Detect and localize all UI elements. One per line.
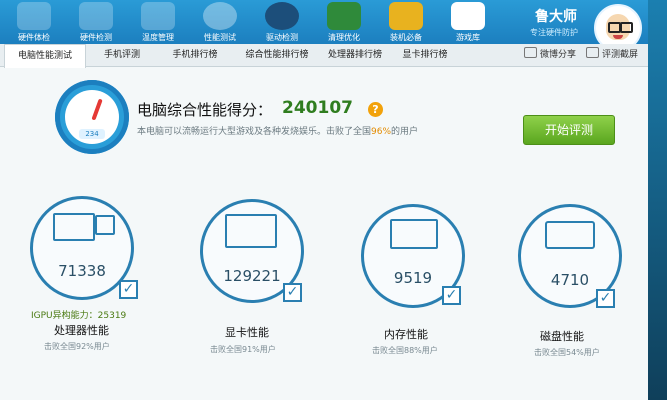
start-benchmark-button[interactable]: 开始评测 (523, 115, 615, 145)
tab-bar: 电脑性能测试 手机评测 手机排行榜 综合性能排行榜 处理器排行榜 显卡排行榜 微… (0, 44, 648, 68)
disk-label: 磁盘性能 (540, 330, 584, 343)
memory-label: 内存性能 (384, 328, 428, 341)
tab-phone-ranking[interactable]: 手机排行榜 (160, 44, 230, 66)
overall-score-title: 电脑综合性能得分： (137, 101, 273, 119)
toolbar-label: 硬件体检 (18, 33, 50, 42)
speedometer-icon (203, 2, 237, 30)
brand-name: 鲁大师 (535, 9, 577, 25)
tab-overall-ranking[interactable]: 综合性能排行榜 (236, 44, 318, 66)
thermometer-icon (141, 2, 175, 30)
gamepad-icon (451, 2, 485, 30)
chip-icon (95, 215, 115, 235)
gpu-label: 显卡性能 (225, 326, 269, 339)
toolbar-label: 性能测试 (204, 33, 236, 42)
toolbar-label: 清理优化 (328, 33, 360, 42)
desktop-edge (648, 0, 667, 400)
toolbar-hardware-detect[interactable]: 硬件检测 (66, 0, 126, 44)
memory-score: 9519 (393, 269, 433, 287)
monitor-check-icon (17, 2, 51, 30)
tab-cpu-ranking[interactable]: 处理器排行榜 (318, 44, 392, 66)
top-toolbar: 硬件体检 硬件检测 温度管理 性能测试 驱动检测 清理优化 装机必备 游戏库 鲁… (0, 0, 648, 52)
cpu-checkbox[interactable]: ✓ (119, 280, 138, 299)
toolbar-label: 温度管理 (142, 33, 174, 42)
gauge-readout: 234 (79, 129, 105, 139)
cube-icon (389, 2, 423, 30)
cpu-label: 处理器性能 (54, 324, 109, 337)
weibo-share-button[interactable]: 微博分享 (524, 44, 576, 66)
gpu-card-icon (225, 214, 277, 248)
speedometer-icon: 234 (55, 80, 129, 154)
toolbar-label: 游戏库 (456, 33, 480, 42)
cpu-beat-text: 击败全国92%用户 (44, 342, 110, 351)
gpu-checkbox[interactable]: ✓ (283, 283, 302, 302)
gear-icon (265, 2, 299, 30)
tab-phone-review[interactable]: 手机评测 (92, 44, 152, 66)
camera-icon (586, 47, 599, 58)
memory-checkbox[interactable]: ✓ (442, 286, 461, 305)
overall-score-value: 240107 (282, 98, 353, 118)
desc-percent: 96% (371, 127, 392, 137)
overall-score-description: 本电脑可以流畅运行大型游戏及各种发烧娱乐。击败了全国96%的用户 (137, 124, 418, 137)
toolbar-hardware-checkup[interactable]: 硬件体检 (4, 0, 64, 44)
brand-slogan: 专注硬件防护 (530, 28, 578, 37)
glasses-icon (620, 22, 633, 33)
toolbar-label: 硬件检测 (80, 33, 112, 42)
help-icon[interactable]: ? (368, 102, 383, 117)
disk-icon (545, 221, 595, 249)
screenshot-button[interactable]: 评测截屏 (586, 44, 638, 66)
tab-pc-performance[interactable]: 电脑性能测试 (4, 44, 86, 68)
igpu-score: IGPU异构能力：25319 (31, 311, 127, 321)
gpu-beat-text: 击败全国91%用户 (210, 345, 276, 354)
weibo-icon (524, 47, 537, 58)
toolbar-cleanup[interactable]: 清理优化 (314, 0, 374, 44)
memory-icon (390, 219, 438, 249)
disk-score: 4710 (550, 271, 590, 289)
chip-icon (79, 2, 113, 30)
desc-prefix: 本电脑可以流畅运行大型游戏及各种发烧娱乐。击败了全国 (137, 127, 372, 137)
cpu-score: 71338 (58, 262, 106, 280)
toolbar-label: 驱动检测 (266, 33, 298, 42)
toolbar-label: 装机必备 (390, 33, 422, 42)
toolbar-temperature[interactable]: 温度管理 (128, 0, 188, 44)
toolbar-performance-test[interactable]: 性能测试 (190, 0, 250, 44)
toolbar-game-library[interactable]: 游戏库 (438, 0, 498, 44)
desc-suffix: 的用户 (391, 127, 419, 137)
screenshot-label: 评测截屏 (602, 50, 639, 60)
memory-beat-text: 击败全国88%用户 (372, 346, 438, 355)
disk-checkbox[interactable]: ✓ (596, 289, 615, 308)
broom-icon (327, 2, 361, 30)
disk-beat-text: 击败全国54%用户 (534, 348, 600, 357)
toolbar-essentials[interactable]: 装机必备 (376, 0, 436, 44)
monitor-icon (53, 213, 95, 241)
weibo-share-label: 微博分享 (540, 50, 577, 60)
toolbar-driver-detect[interactable]: 驱动检测 (252, 0, 312, 44)
app-window: 硬件体检 硬件检测 温度管理 性能测试 驱动检测 清理优化 装机必备 游戏库 鲁… (0, 0, 648, 400)
tab-gpu-ranking[interactable]: 显卡排行榜 (392, 44, 458, 66)
